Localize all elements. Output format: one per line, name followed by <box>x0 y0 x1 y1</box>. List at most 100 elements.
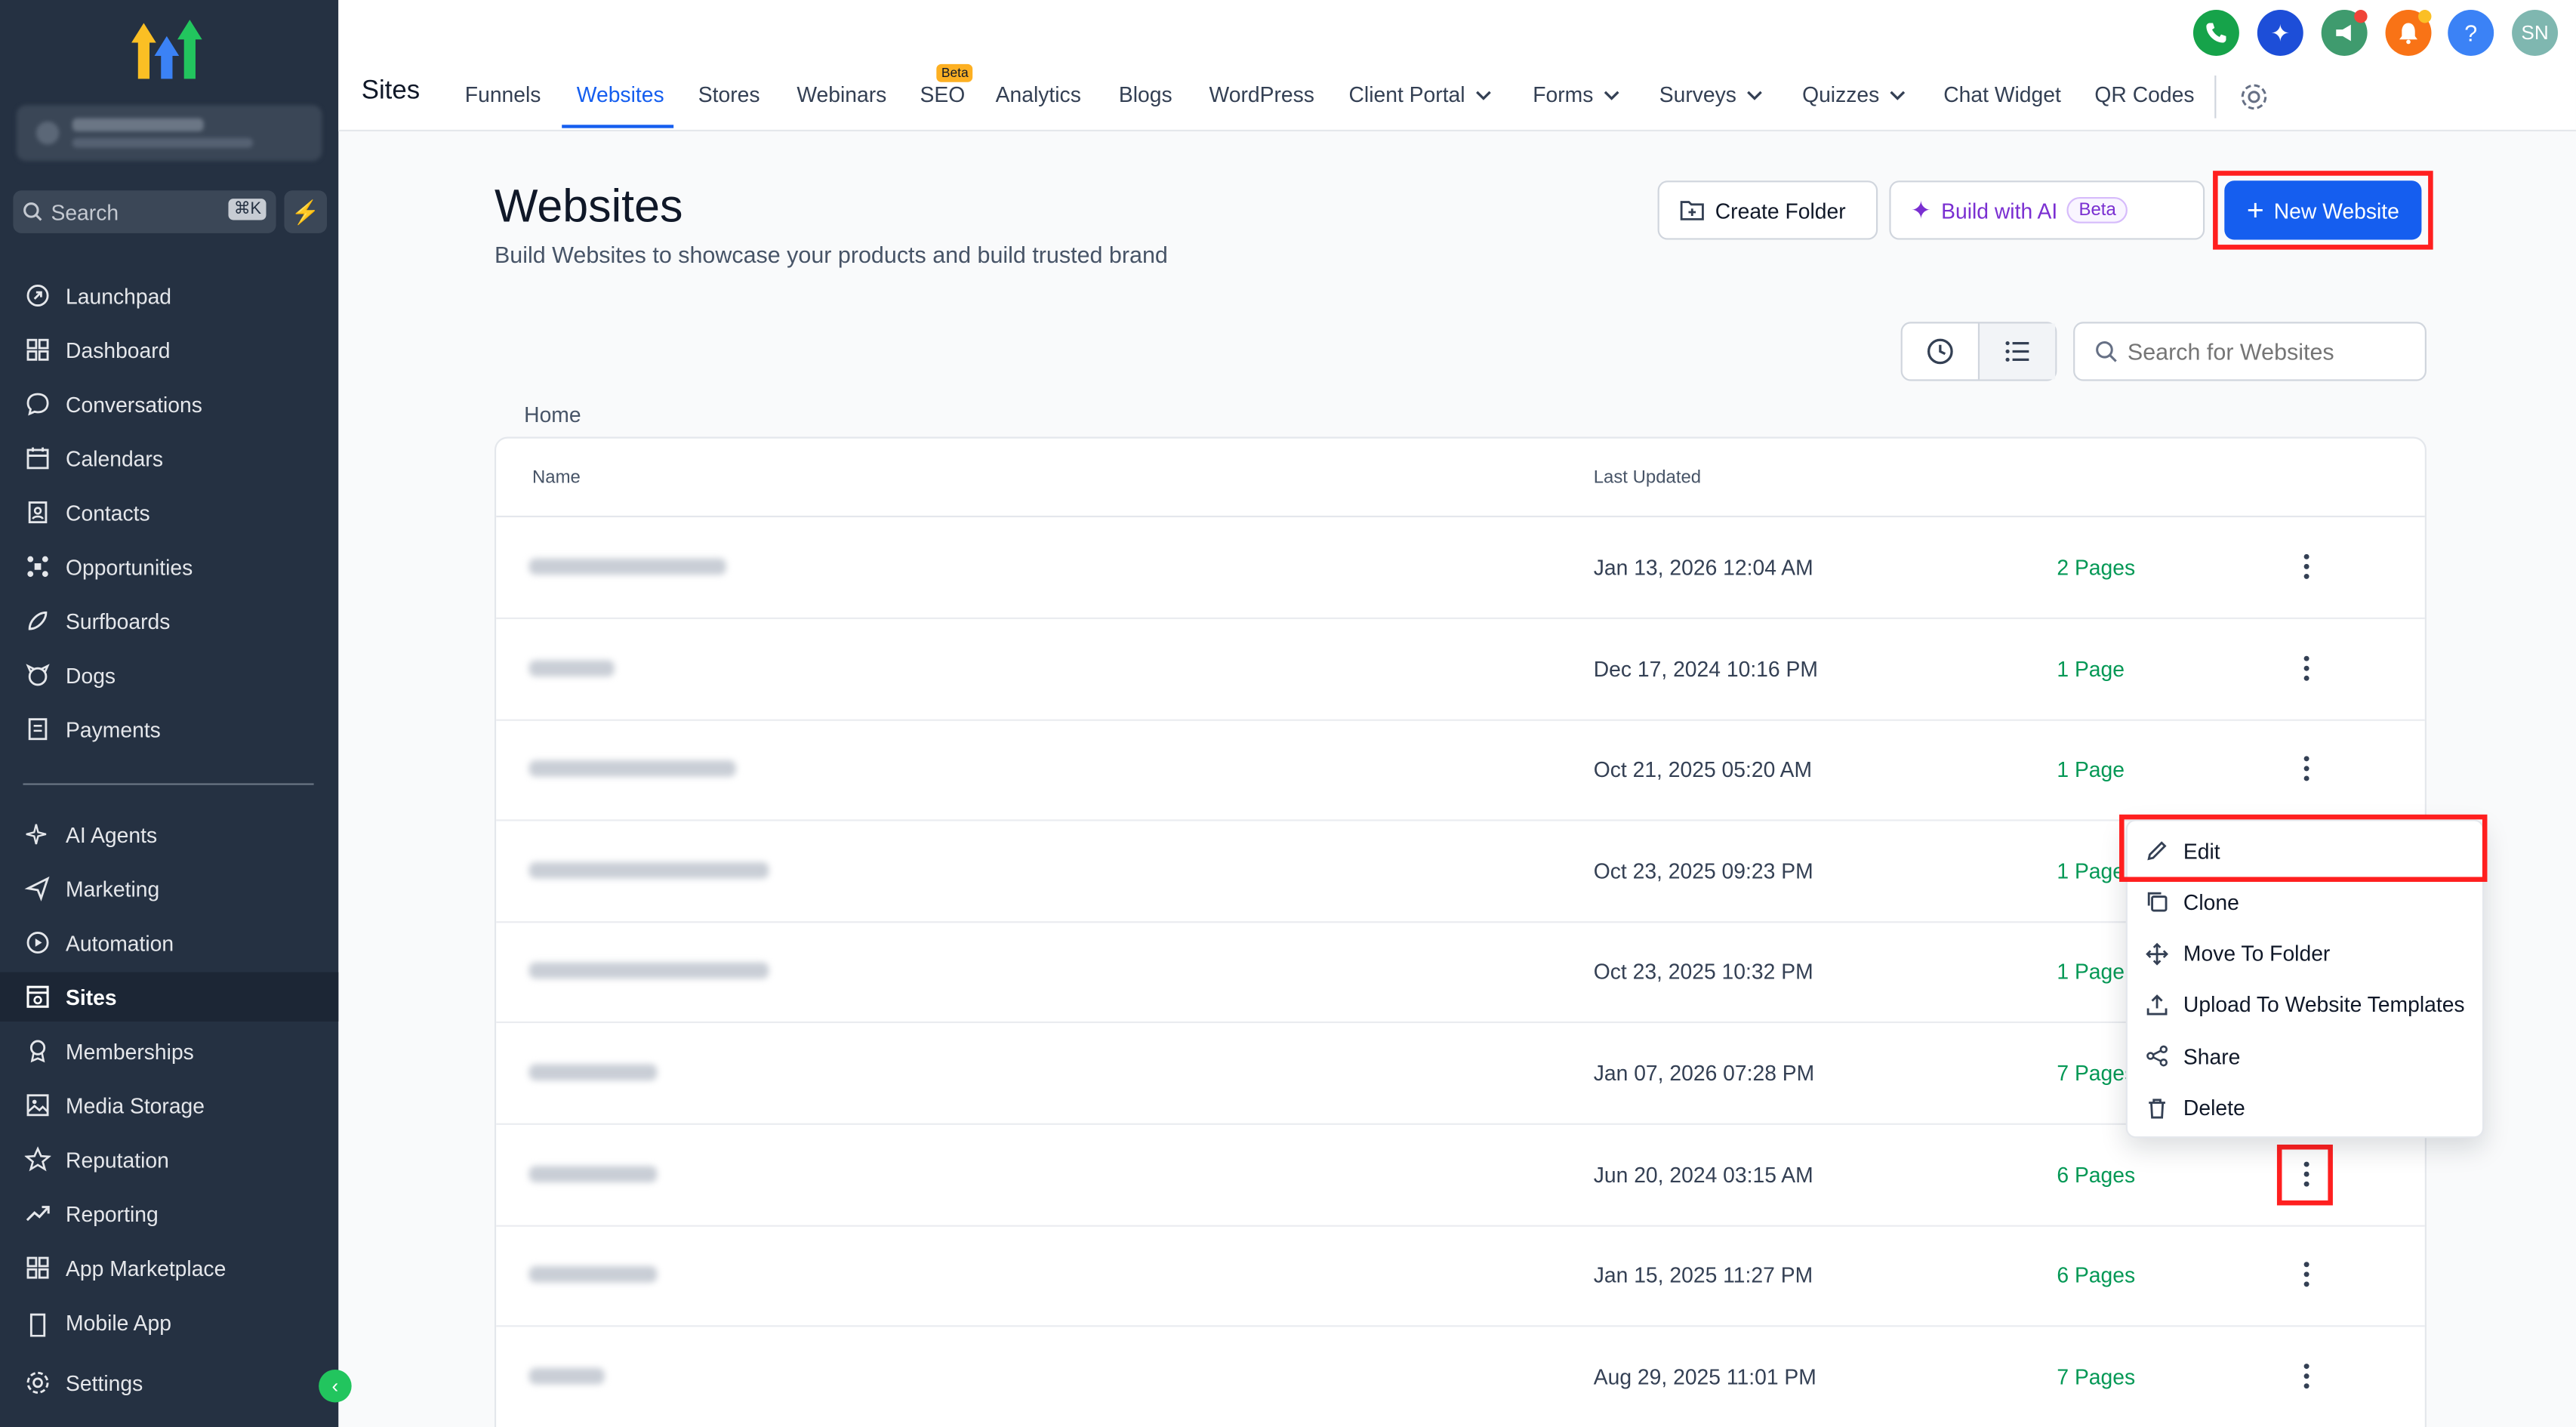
table-row[interactable]: Oct 21, 2025 05:20 AM 1 Page <box>496 720 2425 821</box>
sidebar-item-dashboard[interactable]: Dashboard <box>0 325 338 374</box>
user-avatar[interactable]: SN <box>2512 10 2559 56</box>
sidebar-item-surfboards[interactable]: Surfboards <box>0 596 338 646</box>
page-count-link[interactable]: 7 Pages <box>2057 1061 2135 1086</box>
tab-chat-widget[interactable]: Chat Widget <box>1943 82 2061 107</box>
tab-surveys[interactable]: Surveys <box>1659 82 1763 107</box>
page-count-link[interactable]: 1 Page <box>2057 858 2125 883</box>
quick-action-bolt-icon[interactable]: ⚡ <box>284 190 328 233</box>
section-title: Sites <box>361 77 421 106</box>
sidebar-item-label: AI Agents <box>66 821 158 847</box>
sparkle-icon: ✦ <box>1910 197 1932 225</box>
page-count-link[interactable]: 1 Page <box>2057 757 2125 782</box>
magic-wand-icon[interactable]: ✦ <box>2257 10 2303 56</box>
tab-funnels[interactable]: Funnels <box>465 82 541 107</box>
tab-forms[interactable]: Forms <box>1533 82 1619 106</box>
website-name-redacted[interactable] <box>528 659 615 677</box>
table-row[interactable]: Jun 20, 2024 03:15 AM 6 Pages <box>496 1124 2425 1226</box>
sidebar-item-launchpad[interactable]: Launchpad <box>0 271 338 320</box>
last-updated-cell: Jan 15, 2025 11:27 PM <box>1593 1262 1813 1288</box>
last-updated-cell: Oct 23, 2025 09:23 PM <box>1593 858 1813 883</box>
phone-icon[interactable] <box>2192 10 2239 56</box>
website-name-redacted[interactable] <box>528 558 726 575</box>
brand-logo[interactable] <box>131 17 207 82</box>
sidebar-item-automation[interactable]: Automation <box>0 918 338 967</box>
column-header-name[interactable]: Name <box>532 468 581 488</box>
sidebar-item-payments[interactable]: Payments <box>0 704 338 754</box>
sidebar-item-memberships[interactable]: Memberships <box>0 1026 338 1075</box>
tab-label: Quizzes <box>1802 82 1880 107</box>
sidebar-item-reputation[interactable]: Reputation <box>0 1135 338 1184</box>
website-name-redacted[interactable] <box>528 1367 605 1385</box>
page-count-link[interactable]: 1 Page <box>2057 960 2125 985</box>
row-more-icon[interactable] <box>2290 1358 2323 1394</box>
row-more-icon[interactable] <box>2290 649 2323 686</box>
tab-quizzes[interactable]: Quizzes <box>1802 82 1906 107</box>
sidebar-item-ai-agents[interactable]: AI Agents <box>0 809 338 858</box>
tab-analytics[interactable]: Analytics <box>996 82 1081 107</box>
row-more-icon[interactable] <box>2290 1256 2323 1293</box>
sidebar-item-app-marketplace[interactable]: App Marketplace <box>0 1243 338 1292</box>
sidebar-item-dogs[interactable]: Dogs <box>0 650 338 699</box>
table-row[interactable]: Dec 17, 2024 10:16 PM 1 Page <box>496 618 2425 720</box>
view-toggle <box>1900 322 2057 381</box>
website-name-redacted[interactable] <box>528 963 769 980</box>
list-view-icon[interactable] <box>1977 323 2056 380</box>
create-folder-button[interactable]: Create Folder <box>1657 180 1878 240</box>
page-count-link[interactable]: 1 Page <box>2057 656 2125 681</box>
menu-item-share[interactable]: Share <box>2128 1031 2485 1080</box>
website-name-redacted[interactable] <box>528 760 736 778</box>
sidebar-item-opportunities[interactable]: Opportunities <box>0 542 338 591</box>
tab-blogs[interactable]: Blogs <box>1119 82 1172 107</box>
page-count-link[interactable]: 7 Pages <box>2057 1364 2135 1389</box>
bell-icon[interactable] <box>2385 10 2432 56</box>
menu-item-clone[interactable]: Clone <box>2128 877 2485 926</box>
page-count-link[interactable]: 2 Pages <box>2057 555 2135 580</box>
row-more-icon[interactable] <box>2290 548 2323 584</box>
build-with-ai-button[interactable]: ✦ Build with AI Beta <box>1889 180 2205 240</box>
help-icon[interactable]: ? <box>2448 10 2494 56</box>
sidebar-search[interactable]: Search ⌘K <box>13 190 276 233</box>
tab-webinars[interactable]: Webinars <box>797 82 886 107</box>
sidebar-item-marketing[interactable]: Marketing <box>0 864 338 913</box>
tab-label: Surveys <box>1659 82 1736 107</box>
column-header-last-updated[interactable]: Last Updated <box>1594 468 1701 488</box>
sidebar-item-media-storage[interactable]: Media Storage <box>0 1080 338 1130</box>
collapse-sidebar-button[interactable]: ‹ <box>319 1369 352 1403</box>
menu-item-delete[interactable]: Delete <box>2128 1083 2485 1132</box>
row-more-icon[interactable] <box>2290 750 2323 787</box>
sidebar-item-reporting[interactable]: Reporting <box>0 1189 338 1238</box>
tab-client-portal[interactable]: Client Portal <box>1348 82 1491 106</box>
sidebar-item-mobile-app[interactable]: Mobile App <box>0 1297 338 1337</box>
sidebar-item-sites[interactable]: Sites <box>0 972 339 1022</box>
page-count-link[interactable]: 6 Pages <box>2057 1263 2135 1288</box>
sidebar-item-conversations[interactable]: Conversations <box>0 379 338 428</box>
sites-settings-gear-icon[interactable] <box>2238 81 2271 114</box>
tab-wordpress[interactable]: WordPress <box>1209 82 1314 107</box>
website-name-redacted[interactable] <box>528 1165 658 1182</box>
page-count-link[interactable]: 6 Pages <box>2057 1162 2135 1187</box>
megaphone-icon[interactable] <box>2321 10 2368 56</box>
table-row[interactable]: Jan 15, 2025 11:27 PM 6 Pages <box>496 1225 2425 1327</box>
breadcrumb[interactable]: Home <box>524 402 581 427</box>
sidebar-item-label: Reputation <box>66 1147 169 1172</box>
website-name-redacted[interactable] <box>528 861 769 879</box>
website-name-redacted[interactable] <box>528 1266 658 1284</box>
sidebar-item-contacts[interactable]: Contacts <box>0 488 338 537</box>
website-name-redacted[interactable] <box>528 1064 658 1081</box>
recent-view-clock-icon[interactable] <box>1903 323 1978 379</box>
sidebar-item-label: Marketing <box>66 876 160 901</box>
tab-seo[interactable]: SEO <box>920 82 966 107</box>
table-row[interactable]: Jan 13, 2026 12:04 AM 2 Pages <box>496 517 2425 619</box>
tab-websites[interactable]: Websites <box>577 82 664 107</box>
tab-qr-codes[interactable]: QR Codes <box>2094 82 2194 107</box>
app-window: Search ⌘K ⚡ Launchpad Dashboard Conversati… <box>0 0 2576 1427</box>
account-switcher[interactable] <box>16 105 322 162</box>
menu-item-move-to-folder[interactable]: Move To Folder <box>2128 929 2485 978</box>
sidebar-item-calendars[interactable]: Calendars <box>0 433 338 482</box>
menu-item-upload-to-website-templates[interactable]: Upload To Website Templates <box>2128 980 2485 1029</box>
sidebar-item-settings[interactable]: Settings <box>0 1358 338 1407</box>
table-row[interactable]: Aug 29, 2025 11:01 PM 7 Pages <box>496 1327 2425 1427</box>
tab-stores[interactable]: Stores <box>698 82 760 107</box>
search-input[interactable] <box>2127 338 2407 365</box>
sidebar-divider <box>23 783 314 785</box>
